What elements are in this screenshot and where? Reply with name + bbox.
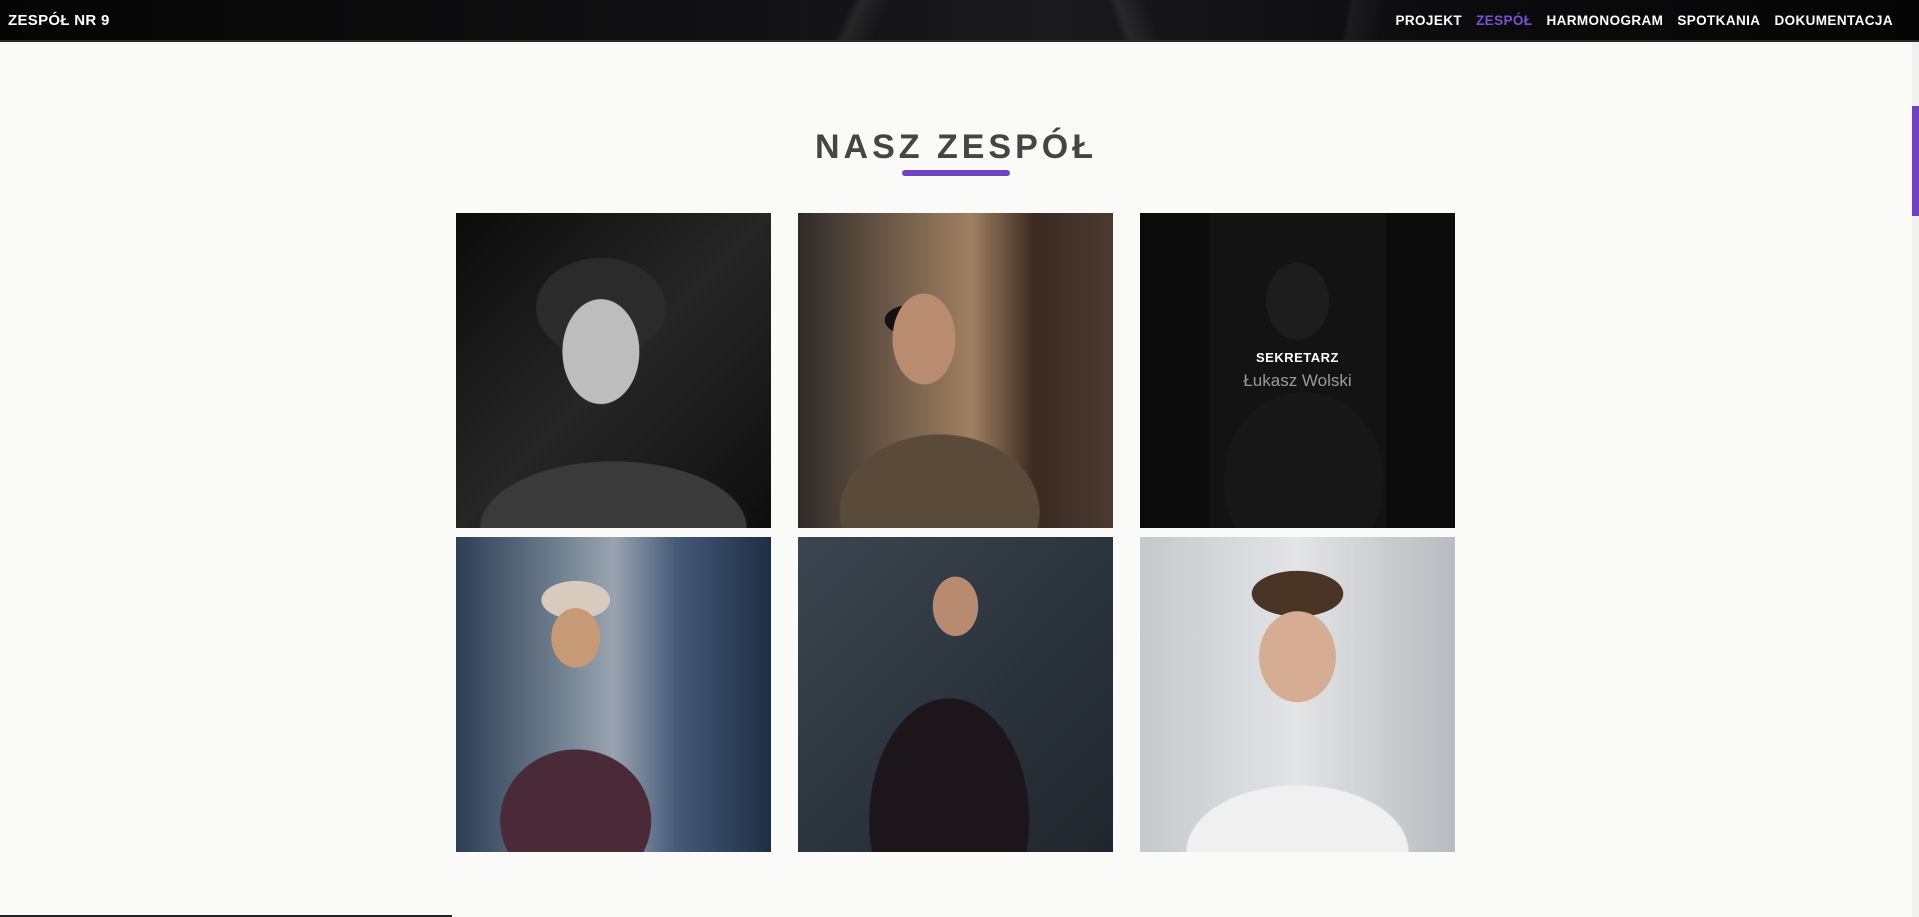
nav-link-projekt[interactable]: PROJEKT xyxy=(1395,13,1462,28)
team-member-card[interactable] xyxy=(1140,537,1455,852)
member-photo xyxy=(456,537,771,852)
team-grid: SEKRETARZ Łukasz Wolski xyxy=(456,213,1455,852)
member-photo xyxy=(456,213,771,528)
team-member-card[interactable] xyxy=(456,537,771,852)
page-scrollbar[interactable] xyxy=(1912,42,1919,917)
section-title: NASZ ZESPÓŁ xyxy=(814,128,1098,166)
scrollbar-thumb[interactable] xyxy=(1912,106,1919,216)
nav-link-dokumentacja[interactable]: DOKUMENTACJA xyxy=(1774,13,1893,28)
team-member-card[interactable] xyxy=(798,213,1113,528)
member-photo xyxy=(1140,537,1455,852)
member-name: Łukasz Wolski xyxy=(1243,371,1352,390)
nav-links: PROJEKT ZESPÓŁ HARMONOGRAM SPOTKANIA DOK… xyxy=(1395,13,1911,28)
title-underline xyxy=(902,170,1010,176)
team-member-card[interactable] xyxy=(798,537,1113,852)
nav-link-spotkania[interactable]: SPOTKANIA xyxy=(1677,13,1760,28)
nav-link-zespol[interactable]: ZESPÓŁ xyxy=(1476,13,1532,28)
member-photo xyxy=(798,213,1113,528)
brand-logo[interactable]: ZESPÓŁ NR 9 xyxy=(8,12,110,29)
member-photo xyxy=(798,537,1113,852)
team-member-card[interactable] xyxy=(456,213,771,528)
team-member-card-secretary[interactable]: SEKRETARZ Łukasz Wolski xyxy=(1140,213,1455,528)
member-role: SEKRETARZ xyxy=(1256,350,1339,365)
nav-link-harmonogram[interactable]: HARMONOGRAM xyxy=(1546,13,1663,28)
top-navbar: ZESPÓŁ NR 9 PROJEKT ZESPÓŁ HARMONOGRAM S… xyxy=(0,0,1919,42)
member-overlay: SEKRETARZ Łukasz Wolski xyxy=(1140,213,1455,528)
